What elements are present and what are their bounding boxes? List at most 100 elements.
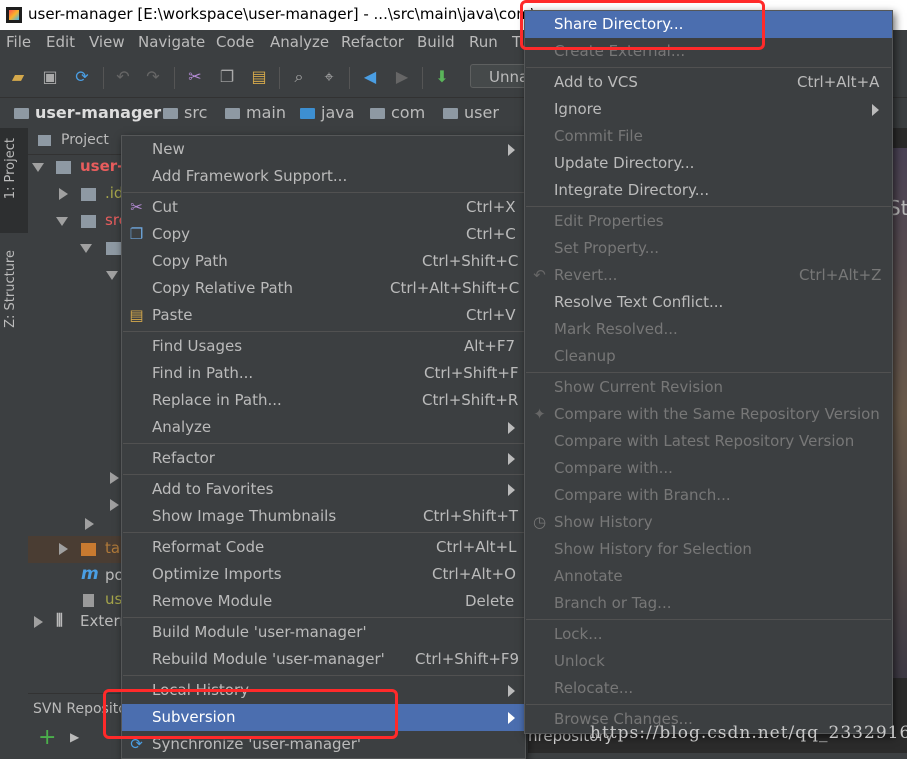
menu-item-edit-properties[interactable]: Edit Properties (525, 208, 892, 235)
menu-item-update-directory[interactable]: Update Directory... (525, 150, 892, 177)
collapse-arrow-icon[interactable] (80, 244, 92, 253)
sync-icon[interactable]: ⟳ (72, 67, 92, 87)
menu-item-compare-same-repository-version[interactable]: ✦ Compare with the Same Repository Versio… (525, 401, 892, 428)
menu-code[interactable]: Code (216, 33, 254, 51)
scissors-icon: ✂ (130, 198, 143, 216)
menu-item-remove-module[interactable]: Remove Module Delete (122, 588, 525, 615)
menu-view[interactable]: View (89, 33, 125, 51)
menu-file[interactable]: File (6, 33, 31, 51)
menu-item-relocate[interactable]: Relocate... (525, 675, 892, 702)
save-icon[interactable]: ▣ (40, 67, 60, 87)
back-icon[interactable]: ◀ (360, 67, 380, 87)
menu-item-cut[interactable]: ✂ Cut Ctrl+X (122, 194, 525, 221)
cut-icon[interactable]: ✂ (185, 67, 205, 87)
submenu-arrow-icon (508, 453, 515, 465)
add-repository-icon[interactable]: + (38, 727, 56, 749)
breadcrumb-item-src[interactable]: src (163, 103, 207, 122)
watermark: https://blog.csdn.net/qq_23329167 (590, 723, 907, 743)
submenu-arrow-icon (872, 104, 879, 116)
redo-icon[interactable]: ↷ (143, 67, 163, 87)
submenu-arrow-icon (508, 484, 515, 496)
tab-project[interactable]: 1: Project (0, 128, 28, 233)
menu-item-add-framework-support[interactable]: Add Framework Support... (122, 163, 525, 190)
menu-item-set-property[interactable]: Set Property... (525, 235, 892, 262)
folder-icon (163, 108, 178, 119)
maven-icon: m (81, 564, 99, 584)
expand-arrow-icon[interactable]: ▶ (70, 730, 79, 744)
menu-item-find-usages[interactable]: Find Usages Alt+F7 (122, 333, 525, 360)
build-icon[interactable]: ⬇ (432, 67, 452, 87)
menu-edit[interactable]: Edit (46, 33, 75, 51)
menu-item-optimize-imports[interactable]: Optimize Imports Ctrl+Alt+O (122, 561, 525, 588)
menu-build[interactable]: Build (417, 33, 455, 51)
menu-item-ignore[interactable]: Ignore (525, 96, 892, 123)
collapse-arrow-icon[interactable] (32, 163, 44, 172)
menu-item-commit-file[interactable]: Commit File (525, 123, 892, 150)
menu-item-branch-or-tag[interactable]: Branch or Tag... (525, 590, 892, 617)
menu-item-reformat-code[interactable]: Reformat Code Ctrl+Alt+L (122, 534, 525, 561)
menu-item-refactor[interactable]: Refactor (122, 445, 525, 472)
folder-icon (225, 108, 240, 119)
menu-item-build-module[interactable]: Build Module 'user-manager' (122, 619, 525, 646)
menu-item-paste[interactable]: ▤ Paste Ctrl+V (122, 302, 525, 329)
tree-label: user- (80, 157, 124, 175)
expand-arrow-icon[interactable] (85, 518, 94, 530)
menu-item-show-history[interactable]: ◷ Show History (525, 509, 892, 536)
breadcrumb-item-main[interactable]: main (225, 103, 286, 122)
menu-item-rebuild-module[interactable]: Rebuild Module 'user-manager' Ctrl+Shift+… (122, 646, 525, 673)
menu-item-revert[interactable]: ↶ Revert... Ctrl+Alt+Z (525, 262, 892, 289)
menu-item-mark-resolved[interactable]: Mark Resolved... (525, 316, 892, 343)
project-icon (38, 135, 51, 146)
menu-item-lock[interactable]: Lock... (525, 621, 892, 648)
collapse-arrow-icon[interactable] (56, 217, 68, 226)
menu-item-integrate-directory[interactable]: Integrate Directory... (525, 177, 892, 204)
package-icon (443, 108, 458, 119)
expand-arrow-icon[interactable] (110, 499, 119, 511)
menu-refactor[interactable]: Refactor (341, 33, 404, 51)
breadcrumb-item-user[interactable]: user (443, 103, 499, 122)
menu-item-analyze[interactable]: Analyze (122, 414, 525, 441)
forward-icon[interactable]: ▶ (392, 67, 412, 87)
breadcrumb-item-java[interactable]: java (300, 103, 355, 122)
menu-run[interactable]: Run (469, 33, 498, 51)
breadcrumb-item-user-manager[interactable]: user-manager (14, 103, 161, 122)
menu-item-resolve-text-conflict[interactable]: Resolve Text Conflict... (525, 289, 892, 316)
menu-item-show-current-revision[interactable]: Show Current Revision (525, 374, 892, 401)
menu-item-cleanup[interactable]: Cleanup (525, 343, 892, 370)
paste-icon[interactable]: ▤ (249, 67, 269, 87)
menu-analyze[interactable]: Analyze (270, 33, 329, 51)
menu-item-compare-with[interactable]: Compare with... (525, 455, 892, 482)
menu-item-show-history-for-selection[interactable]: Show History for Selection (525, 536, 892, 563)
menu-item-replace-in-path[interactable]: Replace in Path... Ctrl+Shift+R (122, 387, 525, 414)
project-panel-title: Project (61, 132, 109, 148)
open-folder-icon[interactable]: ▰ (8, 67, 28, 87)
menu-item-annotate[interactable]: Annotate (525, 563, 892, 590)
tab-structure[interactable]: Z: Structure (3, 250, 18, 328)
menu-item-unlock[interactable]: Unlock (525, 648, 892, 675)
menu-item-copy[interactable]: ❐ Copy Ctrl+C (122, 221, 525, 248)
expand-arrow-icon[interactable] (110, 472, 119, 484)
revert-icon: ↶ (533, 266, 546, 284)
replace-icon[interactable]: ⌖ (319, 67, 339, 87)
folder-icon (81, 188, 96, 201)
menu-item-compare-latest-repository-version[interactable]: Compare with Latest Repository Version (525, 428, 892, 455)
run-config-selector[interactable]: Unna (470, 64, 530, 88)
expand-arrow-icon[interactable] (59, 543, 68, 555)
menu-item-new[interactable]: New (122, 136, 525, 163)
folder-icon (106, 242, 121, 255)
menu-item-copy-path[interactable]: Copy Path Ctrl+Shift+C (122, 248, 525, 275)
expand-arrow-icon[interactable] (34, 616, 43, 628)
copy-icon[interactable]: ❐ (217, 67, 237, 87)
menu-item-add-to-favorites[interactable]: Add to Favorites (122, 476, 525, 503)
menu-item-show-image-thumbnails[interactable]: Show Image Thumbnails Ctrl+Shift+T (122, 503, 525, 530)
menu-item-copy-relative-path[interactable]: Copy Relative Path Ctrl+Alt+Shift+C (122, 275, 525, 302)
menu-item-add-to-vcs[interactable]: Add to VCS Ctrl+Alt+A (525, 69, 892, 96)
find-icon[interactable]: ⌕ (289, 67, 309, 87)
expand-arrow-icon[interactable] (59, 188, 68, 200)
menu-navigate[interactable]: Navigate (138, 33, 205, 51)
collapse-arrow-icon[interactable] (106, 271, 118, 280)
menu-item-find-in-path[interactable]: Find in Path... Ctrl+Shift+F (122, 360, 525, 387)
menu-item-compare-with-branch[interactable]: Compare with Branch... (525, 482, 892, 509)
breadcrumb-item-com[interactable]: com (370, 103, 425, 122)
undo-icon[interactable]: ↶ (113, 67, 133, 87)
